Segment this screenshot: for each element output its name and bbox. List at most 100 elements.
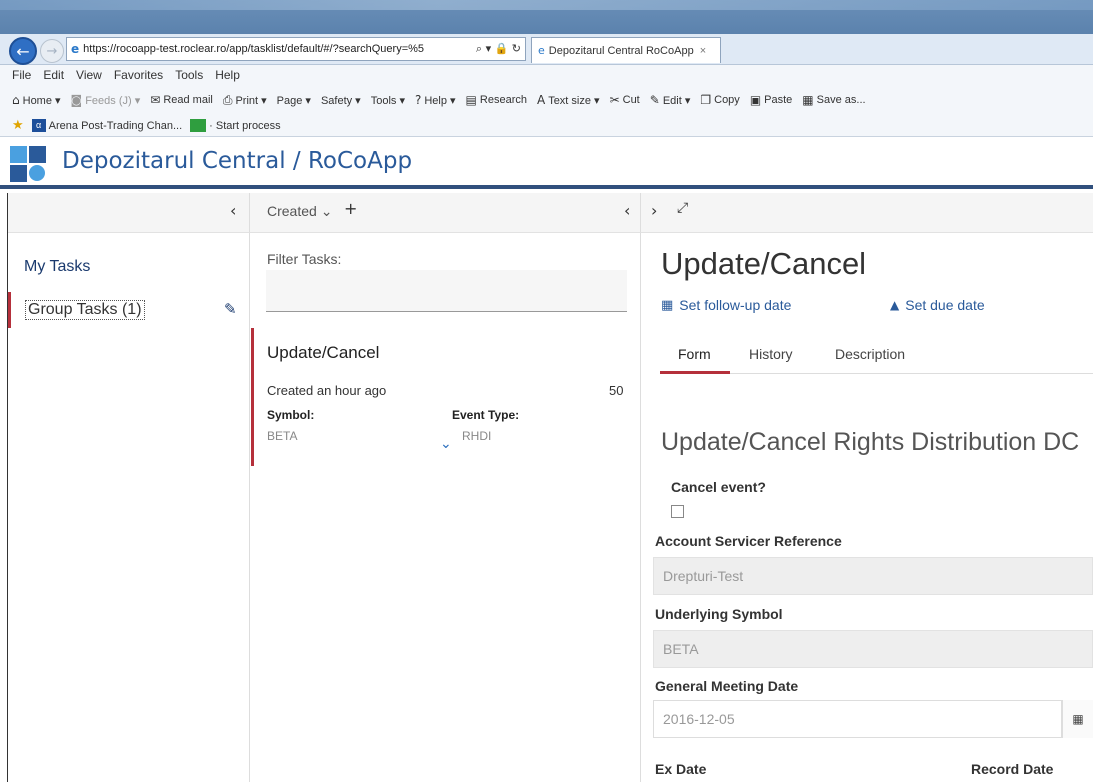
task-symbol-value: BETA — [267, 429, 298, 443]
command-label: Safety ▾ — [320, 94, 361, 107]
back-button[interactable]: ← — [9, 37, 37, 65]
cancel-event-label: Cancel event? — [671, 479, 766, 495]
sort-label: Created — [267, 203, 317, 219]
saveas-icon: ▦ — [802, 93, 814, 107]
command-copy[interactable]: ❐ Copy — [700, 93, 739, 107]
tab-history[interactable]: History — [749, 346, 793, 362]
sidebar-item-group-tasks[interactable]: Group Tasks (1) — [8, 292, 248, 328]
browser-window: ← → e https://rocoapp-test.roclear.ro/ap… — [0, 0, 1093, 782]
edit-filter-icon[interactable]: ✎ — [224, 300, 237, 318]
set-due-date-button[interactable]: ▲ Set due date — [890, 297, 985, 313]
maximize-icon[interactable]: ⤢ — [677, 200, 688, 216]
command-bar: ⌂ Home ▾ ◙ Feeds (J) ▾ ✉ Read mail ⎙ Print ▾ Pag… — [0, 85, 1093, 115]
account-ref-field[interactable]: Drepturi-Test — [653, 557, 1093, 595]
task-event-type-label: Event Type: — [452, 408, 520, 422]
underlying-symbol-label: Underlying Symbol — [655, 606, 783, 622]
print-icon: ⎙ — [222, 92, 233, 107]
command-label: Feeds (J) ▾ — [85, 94, 141, 107]
favorites-bar: ★ α Arena Post-Trading Chan... · Start p… — [0, 115, 1093, 137]
browser-tab[interactable]: e Depozitarul Central RoCoApp × — [531, 37, 721, 63]
menu-view[interactable]: View — [76, 68, 102, 82]
command-textsize[interactable]: A Text size ▾ — [537, 93, 600, 107]
sidebar-toolbar: ‹ — [8, 193, 249, 233]
tab-title: Depozitarul Central RoCoApp — [548, 44, 694, 57]
underlying-symbol-field[interactable]: BETA — [653, 630, 1093, 668]
task-created: Created an hour ago — [267, 383, 387, 398]
address-bar[interactable]: e https://rocoapp-test.roclear.ro/app/ta… — [66, 37, 526, 61]
account-ref-label: Account Servicer Reference — [655, 533, 842, 549]
gm-date-calendar-icon[interactable]: ▦ — [1062, 700, 1093, 738]
tab-close-icon[interactable]: × — [700, 45, 706, 57]
command-label: Cut — [622, 94, 640, 106]
filter-tasks-input[interactable] — [266, 270, 627, 312]
command-mail[interactable]: ✉ Read mail — [150, 93, 213, 107]
arena-icon: α — [31, 119, 46, 132]
command-label: Tools ▾ — [370, 94, 405, 107]
forward-arrow-icon: → — [46, 43, 58, 59]
menu-edit[interactable]: Edit — [43, 68, 64, 82]
command-help[interactable]: ? Help ▾ — [415, 93, 456, 107]
sidebar-item-my-tasks[interactable]: My Tasks — [24, 258, 90, 276]
filter-tasks-label: Filter Tasks: — [267, 251, 342, 267]
cut-icon: ✂ — [609, 93, 620, 107]
gm-date-field[interactable]: 2016-12-05 — [653, 700, 1062, 738]
form-heading: Update/Cancel Rights Distribution DC — [661, 428, 1080, 456]
command-safety[interactable]: Safety ▾ — [321, 94, 361, 107]
follow-up-label: Set follow-up date — [679, 297, 792, 313]
favorite-start-process[interactable]: · Start process — [190, 119, 281, 132]
command-home[interactable]: ⌂ Home ▾ — [12, 93, 61, 107]
favorite-arena[interactable]: α Arena Post-Trading Chan... — [31, 119, 183, 132]
tab-ie-icon: e — [538, 44, 545, 57]
tasklist-toolbar: Created ⌄ + ‹ — [249, 193, 640, 233]
command-saveas[interactable]: ▦ Save as... — [802, 93, 865, 107]
menu-tools[interactable]: Tools — [175, 68, 203, 82]
collapse-tasklist-icon[interactable]: ‹ — [624, 201, 630, 220]
window-titlebar — [0, 0, 1093, 34]
rocoapp-logo-icon — [10, 146, 46, 182]
task-card-title[interactable]: Update/Cancel — [267, 343, 379, 363]
forward-button[interactable]: → — [40, 39, 64, 63]
sort-caret-icon: ⌄ — [320, 204, 333, 220]
tab-description[interactable]: Description — [835, 346, 905, 362]
command-tools[interactable]: Tools ▾ — [371, 94, 405, 107]
app-title[interactable]: Depozitarul Central / RoCoApp — [62, 148, 412, 174]
command-label: Copy — [714, 94, 740, 106]
address-controls[interactable]: ⌕ ▾ 🔒 ↻ — [476, 38, 525, 60]
favorite-arena-label: Arena Post-Trading Chan... — [48, 119, 183, 132]
menu-favorites[interactable]: Favorites — [114, 68, 163, 82]
command-label: Edit ▾ — [662, 94, 691, 107]
command-label: Read mail — [163, 94, 213, 106]
add-sort-icon[interactable]: + — [344, 199, 357, 218]
command-cut[interactable]: ✂ Cut — [610, 93, 640, 107]
detail-toolbar: › ⤢ — [640, 193, 1093, 233]
set-follow-up-button[interactable]: ▦ Set follow-up date — [661, 297, 791, 313]
command-research[interactable]: ▤ Research — [466, 93, 527, 107]
left-edge — [7, 193, 8, 782]
mail-icon: ✉ — [150, 93, 161, 107]
home-icon: ⌂ — [12, 93, 20, 107]
command-paste[interactable]: ▣ Paste — [750, 93, 792, 107]
cancel-event-checkbox[interactable] — [671, 505, 684, 518]
collapse-sidebar-icon[interactable]: ‹ — [230, 201, 236, 220]
command-print[interactable]: ⎙ Print ▾ — [223, 93, 267, 108]
ie-logo-icon: e — [71, 42, 80, 56]
menu-help[interactable]: Help — [215, 68, 240, 82]
task-event-type-value: RHDI — [462, 429, 492, 443]
menu-file[interactable]: File — [12, 68, 31, 82]
sort-dropdown[interactable]: Created ⌄ — [267, 203, 332, 220]
detail-tabs: Form History Description — [660, 340, 1093, 374]
feeds-icon: ◙ — [70, 93, 83, 107]
ex-date-label: Ex Date — [655, 761, 707, 777]
expand-tasklist-icon[interactable]: › — [651, 201, 657, 220]
command-edit[interactable]: ✎ Edit ▾ — [650, 93, 691, 107]
gm-date-label: General Meeting Date — [655, 678, 799, 694]
bell-icon: ▲ — [890, 298, 900, 312]
command-feeds[interactable]: ◙ Feeds (J) ▾ — [71, 93, 141, 107]
command-page[interactable]: Page ▾ — [277, 94, 311, 107]
expand-task-icon[interactable]: ⌄ — [440, 436, 452, 452]
address-url[interactable]: https://rocoapp-test.roclear.ro/app/task… — [83, 38, 476, 60]
favorites-star-icon[interactable]: ★ — [12, 118, 24, 133]
tab-form[interactable]: Form — [678, 346, 711, 362]
textsize-icon: A — [536, 93, 546, 107]
command-label: Text size ▾ — [548, 94, 600, 107]
